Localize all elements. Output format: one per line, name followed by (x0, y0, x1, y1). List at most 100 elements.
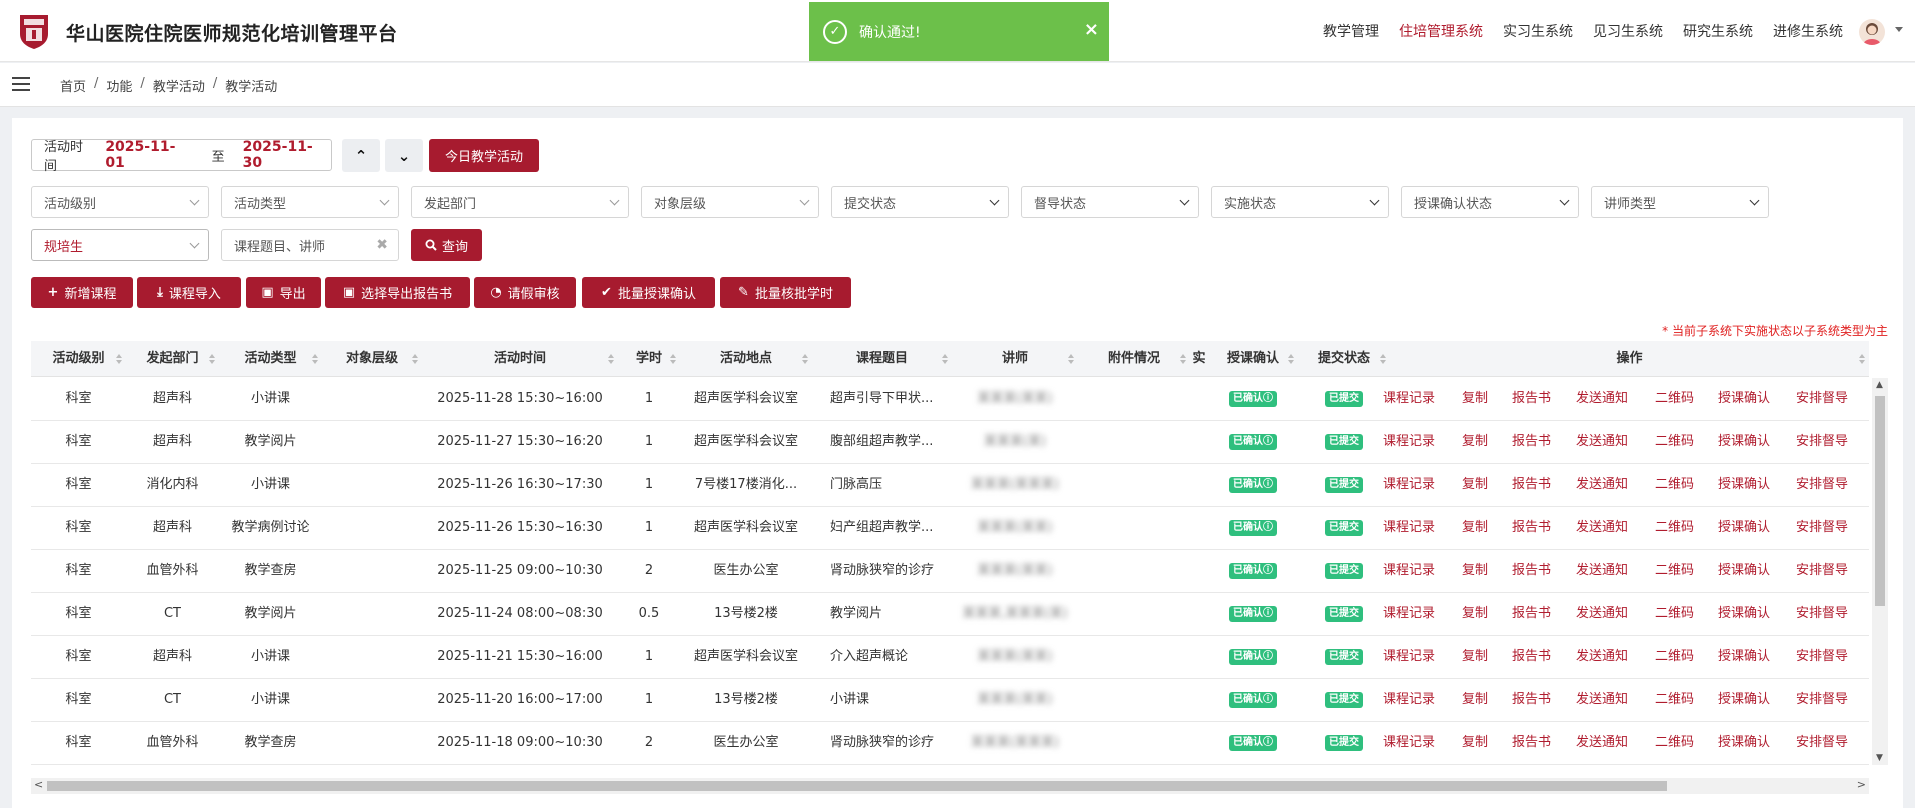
confirmed-badge[interactable]: 已确认ⓘ (1229, 691, 1277, 708)
report-link[interactable]: 报告书 (1512, 636, 1551, 678)
vertical-scroll-thumb[interactable] (1875, 396, 1885, 606)
sort-icon[interactable] (1068, 354, 1074, 364)
course-record-link[interactable]: 课程记录 (1383, 464, 1435, 506)
copy-link[interactable]: 复制 (1462, 593, 1488, 635)
submit-status-select[interactable]: 提交状态 (831, 186, 1009, 218)
activity-type-select[interactable]: 活动类型 (221, 186, 399, 218)
arrange-supervision-link[interactable]: 安排督导 (1796, 464, 1848, 506)
dept-select[interactable]: 发起部门 (411, 186, 629, 218)
send-notice-link[interactable]: 发送通知 (1576, 679, 1628, 721)
clear-icon[interactable]: ✖ (376, 237, 388, 253)
date-range-picker[interactable]: 活动时间 2025-11-01 至 2025-11-30 (31, 139, 332, 174)
next-month-button[interactable]: ⌄ (385, 139, 423, 172)
course-record-link[interactable]: 课程记录 (1383, 507, 1435, 549)
copy-link[interactable]: 复制 (1462, 636, 1488, 678)
course-record-link[interactable]: 课程记录 (1383, 722, 1435, 764)
scroll-up-icon[interactable]: ▲ (1876, 380, 1883, 390)
col-dept[interactable]: 发起部门 (126, 341, 219, 377)
report-link[interactable]: 报告书 (1512, 421, 1551, 463)
horizontal-scroll-thumb[interactable] (47, 781, 1667, 791)
arrange-supervision-link[interactable]: 安排督导 (1796, 593, 1848, 635)
qrcode-link[interactable]: 二维码 (1655, 507, 1694, 549)
confirmed-badge[interactable]: 已确认ⓘ (1229, 648, 1277, 665)
copy-link[interactable]: 复制 (1462, 507, 1488, 549)
lecture-confirm-link[interactable]: 授课确认 (1718, 421, 1770, 463)
menu-toggle-icon[interactable] (12, 77, 30, 91)
lecture-confirm-link[interactable]: 授课确认 (1718, 593, 1770, 635)
batch-lecture-confirm-button[interactable]: ✔ 批量授课确认 (582, 277, 715, 308)
qrcode-link[interactable]: 二维码 (1655, 679, 1694, 721)
scroll-down-icon[interactable]: ▼ (1876, 753, 1883, 763)
toast-close-button[interactable]: × (1084, 19, 1099, 40)
copy-link[interactable]: 复制 (1462, 464, 1488, 506)
arrange-supervision-link[interactable]: 安排督导 (1796, 679, 1848, 721)
send-notice-link[interactable]: 发送通知 (1576, 636, 1628, 678)
col-attachment[interactable]: 附件情况 (1078, 341, 1190, 377)
sort-icon[interactable] (209, 354, 215, 364)
arrange-supervision-link[interactable]: 安排督导 (1796, 378, 1848, 420)
col-time[interactable]: 活动时间 (422, 341, 618, 377)
date-from[interactable]: 2025-11-01 (105, 139, 193, 171)
search-input[interactable]: 课程题目、讲师 ✖ (221, 229, 399, 261)
confirmed-badge[interactable]: 已确认ⓘ (1229, 562, 1277, 579)
qrcode-link[interactable]: 二维码 (1655, 421, 1694, 463)
report-link[interactable]: 报告书 (1512, 378, 1551, 420)
confirmed-badge[interactable]: 已确认ⓘ (1229, 390, 1277, 407)
date-to[interactable]: 2025-11-30 (243, 139, 331, 171)
confirmed-badge[interactable]: 已确认ⓘ (1229, 519, 1277, 536)
sort-icon[interactable] (942, 354, 948, 364)
course-record-link[interactable]: 课程记录 (1383, 421, 1435, 463)
report-link[interactable]: 报告书 (1512, 722, 1551, 764)
course-record-link[interactable]: 课程记录 (1383, 679, 1435, 721)
course-record-link[interactable]: 课程记录 (1383, 378, 1435, 420)
lecture-confirm-link[interactable]: 授课确认 (1718, 507, 1770, 549)
report-link[interactable]: 报告书 (1512, 593, 1551, 635)
copy-link[interactable]: 复制 (1462, 421, 1488, 463)
horizontal-scrollbar[interactable]: < > (31, 778, 1869, 794)
export-button[interactable]: ▣ 导出 (246, 277, 321, 308)
sort-icon[interactable] (608, 354, 614, 364)
sort-icon[interactable] (1380, 354, 1386, 364)
qrcode-link[interactable]: 二维码 (1655, 722, 1694, 764)
breadcrumb-home[interactable]: 首页 (60, 76, 86, 95)
report-link[interactable]: 报告书 (1512, 507, 1551, 549)
nav-intern-system[interactable]: 实习生系统 (1503, 21, 1573, 41)
send-notice-link[interactable]: 发送通知 (1576, 593, 1628, 635)
confirmed-badge[interactable]: 已确认ⓘ (1229, 605, 1277, 622)
copy-link[interactable]: 复制 (1462, 679, 1488, 721)
send-notice-link[interactable]: 发送通知 (1576, 464, 1628, 506)
col-type[interactable]: 活动类型 (219, 341, 322, 377)
sort-icon[interactable] (802, 354, 808, 364)
breadcrumb-function[interactable]: 功能 (106, 76, 132, 95)
course-record-link[interactable]: 课程记录 (1383, 593, 1435, 635)
sort-icon[interactable] (1859, 354, 1865, 364)
report-link[interactable]: 报告书 (1512, 679, 1551, 721)
col-implementation[interactable]: 实 (1190, 341, 1208, 377)
send-notice-link[interactable]: 发送通知 (1576, 550, 1628, 592)
leave-review-button[interactable]: ◔ 请假审核 (474, 277, 576, 308)
target-level-select[interactable]: 对象层级 (641, 186, 819, 218)
course-record-link[interactable]: 课程记录 (1383, 550, 1435, 592)
sort-icon[interactable] (412, 354, 418, 364)
copy-link[interactable]: 复制 (1462, 722, 1488, 764)
send-notice-link[interactable]: 发送通知 (1576, 421, 1628, 463)
arrange-supervision-link[interactable]: 安排督导 (1796, 636, 1848, 678)
scroll-left-icon[interactable]: < (34, 778, 43, 791)
col-lecture-confirm[interactable]: 授课确认 (1208, 341, 1298, 377)
activity-level-select[interactable]: 活动级别 (31, 186, 209, 218)
copy-link[interactable]: 复制 (1462, 378, 1488, 420)
sort-icon[interactable] (312, 354, 318, 364)
copy-link[interactable]: 复制 (1462, 550, 1488, 592)
arrange-supervision-link[interactable]: 安排督导 (1796, 421, 1848, 463)
nav-graduate-system[interactable]: 研究生系统 (1683, 21, 1753, 41)
add-course-button[interactable]: + 新增课程 (31, 277, 133, 308)
nav-advanced-study-system[interactable]: 进修生系统 (1773, 21, 1843, 41)
report-link[interactable]: 报告书 (1512, 464, 1551, 506)
confirmed-badge[interactable]: 已确认ⓘ (1229, 734, 1277, 751)
lecture-confirm-link[interactable]: 授课确认 (1718, 378, 1770, 420)
user-avatar[interactable] (1859, 19, 1885, 45)
arrange-supervision-link[interactable]: 安排督导 (1796, 507, 1848, 549)
arrange-supervision-link[interactable]: 安排督导 (1796, 722, 1848, 764)
col-hours[interactable]: 学时 (618, 341, 680, 377)
sort-icon[interactable] (1180, 354, 1186, 364)
